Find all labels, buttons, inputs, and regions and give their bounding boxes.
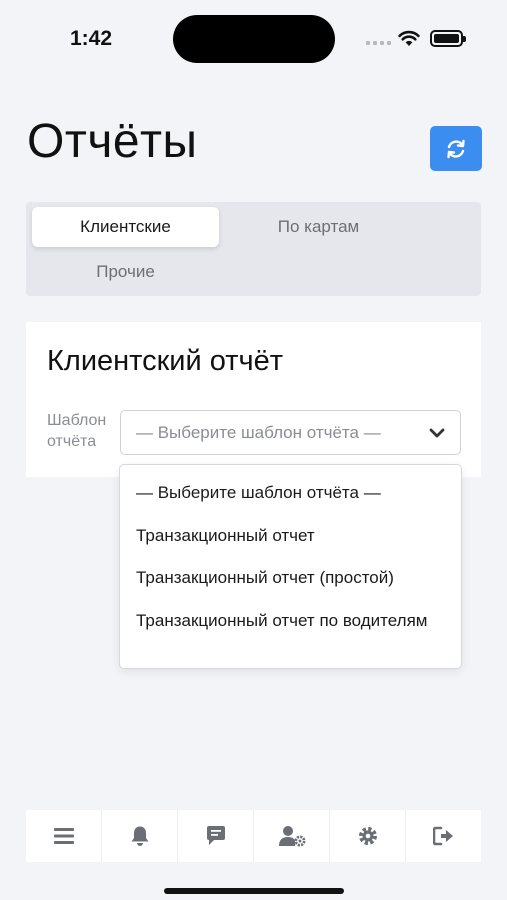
report-card: Клиентский отчёт Шаблон отчёта — Выберит… (26, 322, 481, 477)
bell-icon (131, 826, 148, 846)
report-title: Клиентский отчёт (47, 345, 284, 377)
gear-icon (358, 827, 377, 845)
refresh-button[interactable] (430, 126, 482, 171)
template-dropdown: — Выберите шаблон отчёта — Транзакционны… (119, 464, 462, 669)
template-select-value: — Выберите шаблон отчёта — (136, 422, 381, 442)
menu-icon (53, 828, 74, 844)
template-select[interactable]: — Выберите шаблон отчёта — (120, 410, 461, 455)
tab-other[interactable]: Прочие (32, 252, 219, 292)
dynamic-island (173, 15, 335, 63)
cellular-signal-icon (366, 41, 391, 45)
status-bar: 1:42 (0, 0, 507, 80)
dropdown-option[interactable]: Транзакционный отчет (136, 525, 446, 547)
tab-clients[interactable]: Клиентские (32, 207, 219, 247)
dropdown-option[interactable]: Транзакционный отчет (простой) (136, 567, 446, 589)
page-title: Отчёты (27, 115, 198, 168)
refresh-icon (447, 139, 465, 158)
tab-by-cards[interactable]: По картам (225, 207, 412, 247)
status-time: 1:42 (70, 27, 113, 50)
user-settings-icon (278, 826, 305, 847)
dropdown-option[interactable]: Транзакционный отчет по водителям (136, 610, 446, 632)
template-label: Шаблон отчёта (47, 412, 107, 450)
nav-menu[interactable] (26, 810, 102, 862)
home-indicator[interactable] (164, 888, 344, 894)
nav-user-settings[interactable] (254, 810, 330, 862)
chevron-down-icon (429, 428, 445, 438)
chat-icon (206, 826, 225, 845)
logout-icon (432, 826, 453, 846)
nav-settings[interactable] (330, 810, 406, 862)
nav-logout[interactable] (406, 810, 481, 862)
report-tabs: Клиентские По картам Прочие (26, 202, 481, 296)
nav-messages[interactable] (178, 810, 254, 862)
wifi-icon (398, 30, 420, 46)
battery-icon (430, 30, 466, 47)
nav-notifications[interactable] (102, 810, 178, 862)
bottom-nav (26, 810, 481, 862)
dropdown-option[interactable]: — Выберите шаблон отчёта — (136, 482, 446, 504)
